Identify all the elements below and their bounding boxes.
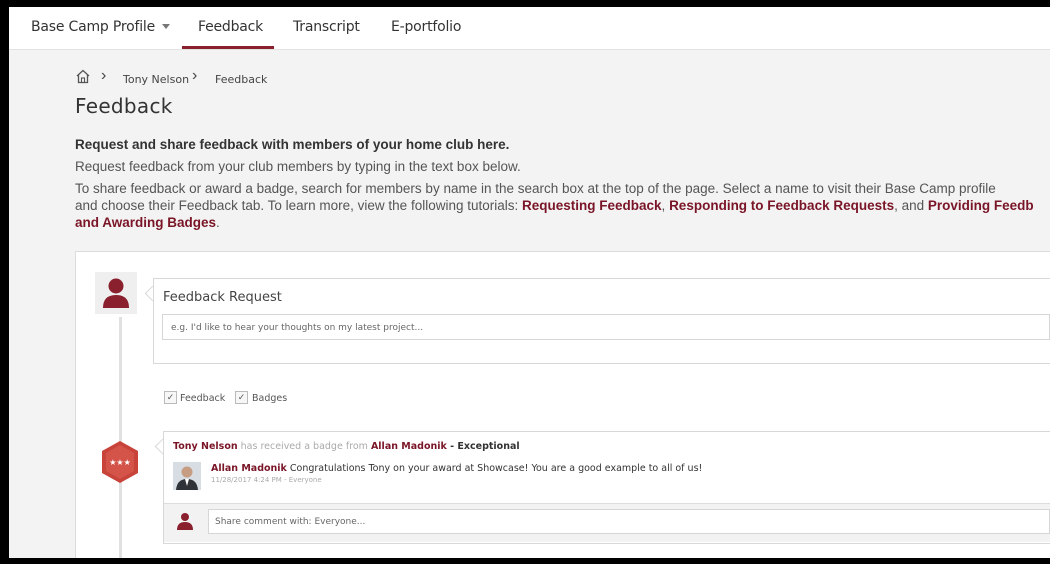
tab-transcript[interactable]: Transcript	[293, 19, 360, 35]
app-frame: Base Camp Profile Feedback Transcript E-…	[9, 7, 1050, 558]
timeline-line	[119, 317, 122, 558]
comment-author[interactable]: Allan Madonik	[211, 463, 287, 474]
badge-icon: ★★★	[102, 441, 138, 483]
feedback-request-title: Feedback Request	[163, 290, 282, 305]
comment-body: Congratulations Tony on your award at Sh…	[286, 463, 703, 474]
link-awarding-badges[interactable]: and Awarding Badges	[75, 215, 216, 230]
badges-filter-label: Badges	[252, 393, 288, 404]
svg-text:★★★: ★★★	[109, 458, 131, 467]
post-sep: -	[446, 441, 458, 452]
comment-text: Allan Madonik Congratulations Tony on yo…	[211, 463, 702, 474]
intro-heading: Request and share feedback with members …	[75, 137, 510, 152]
breadcrumb-item-feedback: Feedback	[215, 73, 268, 86]
comment-meta: 11/28/2017 4:24 PM - Everyone	[211, 476, 322, 484]
home-icon[interactable]	[75, 69, 91, 84]
post-recipient[interactable]: Tony Nelson	[173, 441, 238, 452]
top-nav: Base Camp Profile Feedback Transcript E-…	[9, 7, 1050, 50]
chevron-down-icon	[162, 24, 171, 29]
avatar	[95, 272, 137, 314]
person-photo-icon	[173, 462, 201, 490]
user-icon	[103, 278, 129, 308]
active-tab-indicator	[182, 46, 274, 49]
intro-line-4: and Awarding Badges.	[75, 214, 220, 231]
feedback-request-input[interactable]: e.g. I'd like to hear your thoughts on m…	[162, 314, 1050, 340]
intro-sep: , and	[894, 198, 928, 213]
intro-text: and choose their Feedback tab. To learn …	[75, 198, 522, 213]
feedback-filter-checkbox[interactable]: ✓	[164, 391, 177, 404]
post-header: Tony Nelson has received a badge from Al…	[173, 441, 520, 452]
badges-filter-checkbox[interactable]: ✓	[235, 391, 248, 404]
tab-base-camp-profile[interactable]: Base Camp Profile	[31, 19, 171, 35]
chevron-right-icon: ›	[101, 67, 107, 84]
intro-line-2: To share feedback or award a badge, sear…	[75, 181, 996, 196]
share-comment-input[interactable]: Share comment with: Everyone...	[208, 509, 1050, 534]
post-action-text: has received a badge from	[237, 441, 371, 452]
user-icon	[177, 513, 193, 530]
breadcrumb-item-tony-nelson[interactable]: Tony Nelson	[123, 73, 189, 86]
badge-name: Exceptional	[457, 441, 520, 452]
feedback-filter-label: Feedback	[180, 393, 226, 404]
tab-feedback[interactable]: Feedback	[198, 19, 263, 35]
link-responding-feedback[interactable]: Responding to Feedback Requests	[669, 198, 894, 213]
intro-end: .	[216, 215, 220, 230]
link-requesting-feedback[interactable]: Requesting Feedback	[522, 198, 662, 213]
intro-sep: ,	[661, 198, 670, 213]
chevron-right-icon: ›	[192, 67, 198, 84]
page-title: Feedback	[75, 94, 173, 118]
tab-e-portfolio[interactable]: E-portfolio	[391, 19, 461, 35]
intro-line-1: Request feedback from your club members …	[75, 159, 521, 174]
commenter-photo	[173, 462, 201, 490]
post-giver[interactable]: Allan Madonik	[371, 441, 447, 452]
intro-line-3: and choose their Feedback tab. To learn …	[75, 197, 1034, 214]
link-providing-feedback[interactable]: Providing Feedb	[928, 198, 1034, 213]
